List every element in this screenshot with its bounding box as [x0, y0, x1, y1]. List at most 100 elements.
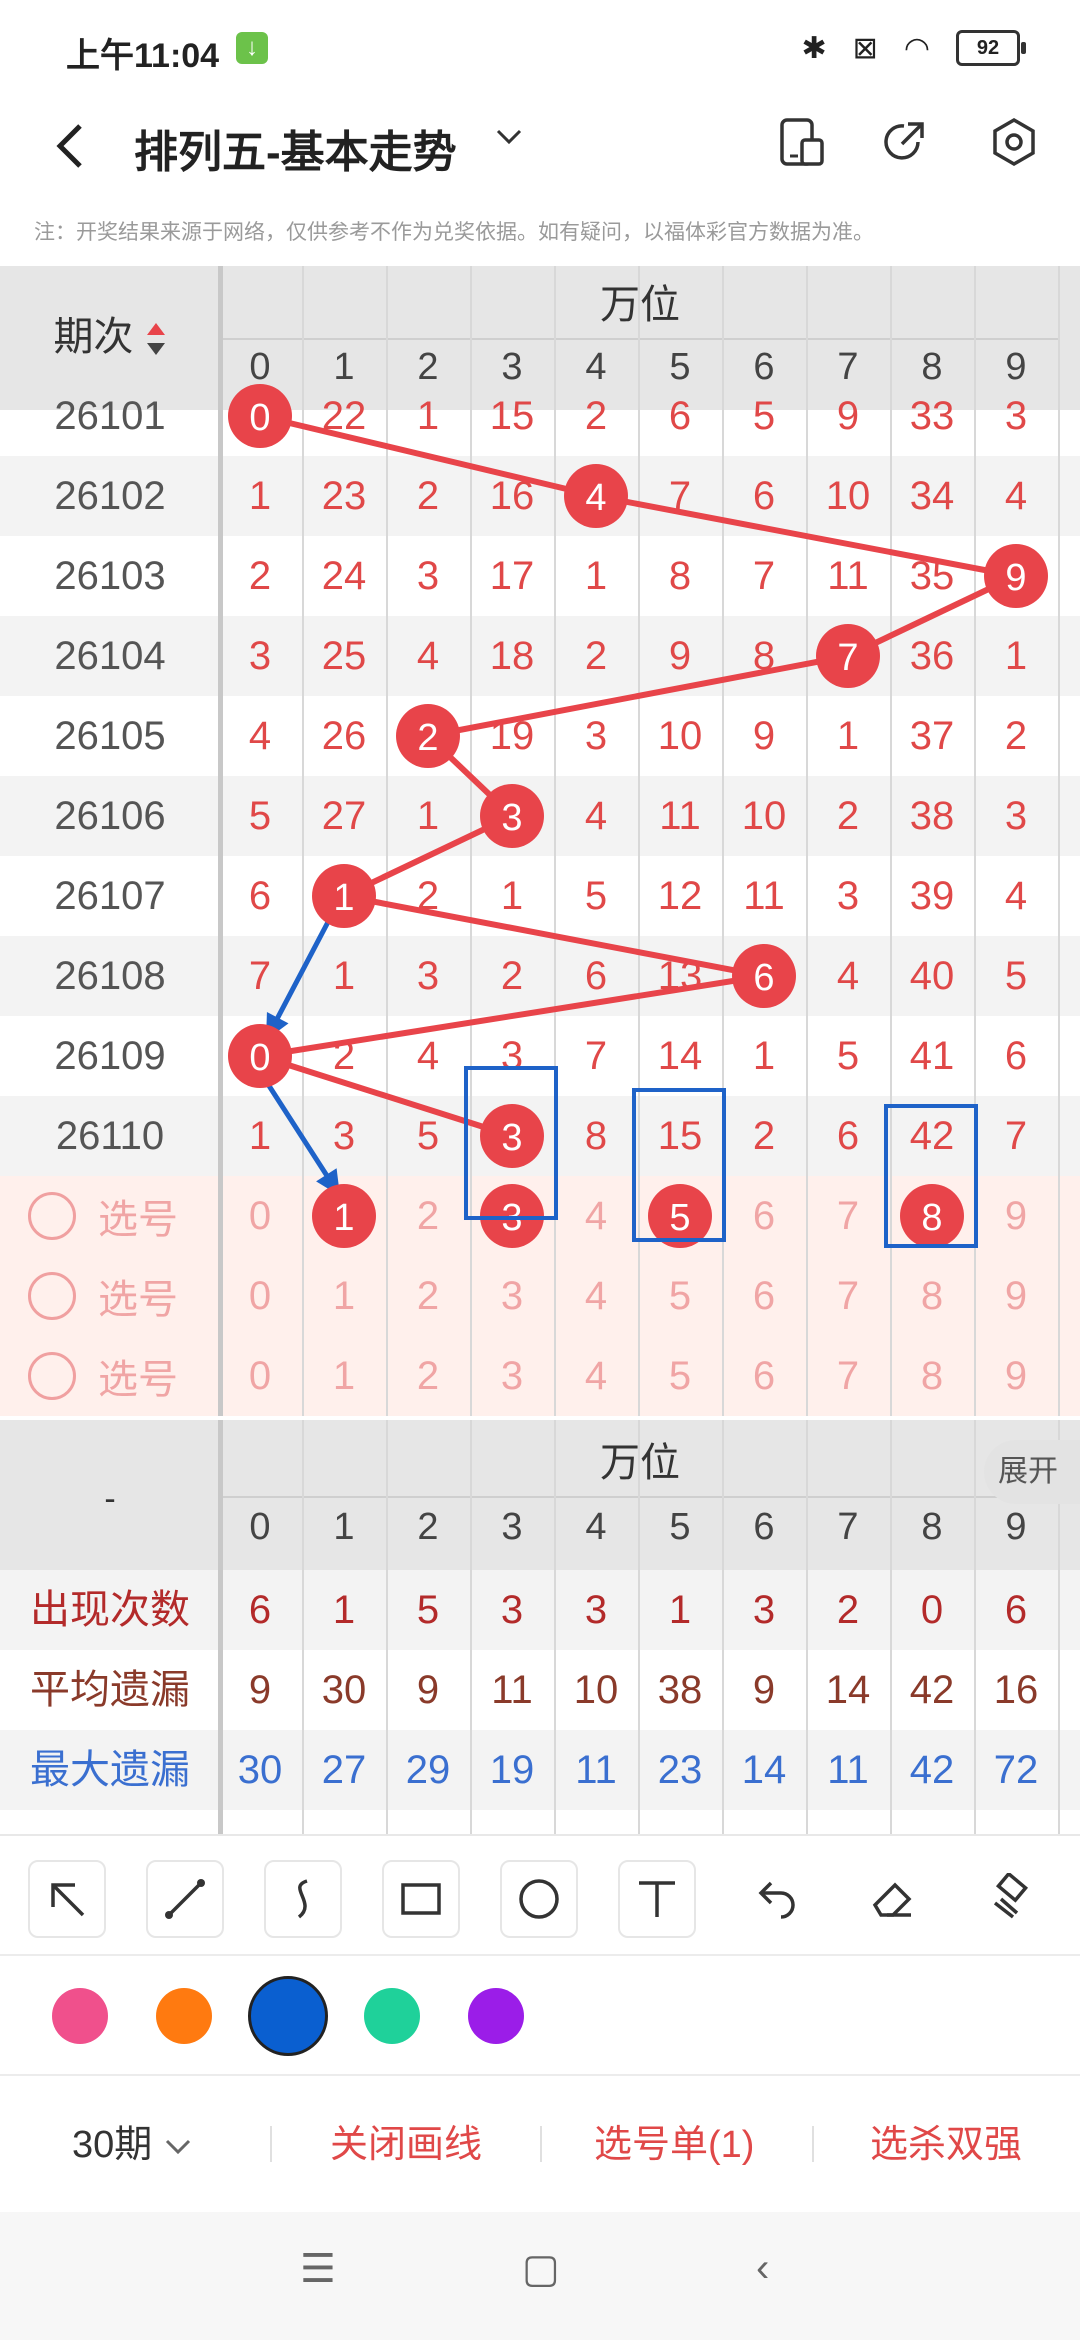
kill-double-button[interactable]: 选杀双强 [870, 2076, 1022, 2214]
disclaimer-text: 注：开奖结果来源于网络，仅供参考不作为兑奖依据。如有疑问，以福体彩官方数据为准。 [34, 221, 874, 244]
stats-value: 30 [321, 1668, 367, 1712]
grid-line [722, 1420, 724, 1834]
chevron-down-icon [165, 2139, 190, 2155]
stats-header-digit-6: 6 [753, 1506, 775, 1548]
picked-ball-number: 5 [669, 1197, 690, 1239]
app-header: 排列五-基本走势 [0, 96, 1080, 226]
battery-icon: 92 [956, 30, 1026, 66]
bluetooth-icon: ✱ [801, 31, 827, 65]
stats-value: 14 [741, 1748, 787, 1792]
grid-line [974, 1420, 976, 1834]
drawing-toolbar [0, 1834, 1080, 1956]
line-tool-icon [165, 1879, 205, 1919]
stats-row: 最大遗漏 30 27 29 19 11 23 14 11 42 72 [0, 1730, 1080, 1810]
stats-value: 3 [584, 1588, 608, 1632]
chevron-down-icon[interactable] [494, 122, 524, 160]
grid-line [302, 1420, 304, 1834]
stats-group-label: 万位 [600, 1441, 680, 1485]
rectangle-tool-button[interactable] [382, 1860, 460, 1938]
stats-value: 42 [909, 1668, 955, 1712]
curve-tool-icon [297, 1879, 308, 1919]
color-swatch[interactable] [364, 1988, 420, 2044]
stats-label: 出现次数 [30, 1588, 190, 1632]
stats-value: 27 [321, 1748, 367, 1792]
undo-button[interactable] [736, 1860, 814, 1938]
stats-row: 平均遗漏 9 30 9 11 10 38 9 14 42 16 [0, 1650, 1080, 1730]
trend-line [343, 893, 765, 979]
stats-value: 29 [405, 1748, 451, 1792]
stats-header-digit-0: 0 [249, 1506, 271, 1548]
stats-value: 19 [489, 1748, 535, 1792]
circle-tool-button[interactable] [500, 1860, 578, 1938]
color-swatch[interactable] [468, 1988, 524, 2044]
stats-table: - 万位 0123456789 出现次数 6 1 5 3 3 1 3 2 0 6 平均遗漏 9 30 9 11… [0, 1420, 1080, 1834]
stats-value: 1 [332, 1588, 356, 1632]
rectangle-tool-icon [401, 1883, 441, 1915]
stats-value: 5 [416, 1588, 440, 1632]
stats-value: 9 [752, 1668, 776, 1712]
arrow-tool-icon [51, 1883, 85, 1917]
drawing-layer[interactable]: 04972316031 3 5 8 [0, 266, 1080, 1416]
page-title[interactable]: 排列五-基本走势 [134, 116, 457, 180]
download-icon: ↓ [236, 32, 268, 64]
stats-header-digit-5: 5 [669, 1506, 691, 1548]
hit-ball-number: 6 [753, 957, 774, 999]
stats-value: 10 [573, 1668, 619, 1712]
stats-value: 14 [825, 1668, 871, 1712]
grid-line [386, 1420, 388, 1834]
hit-ball-number: 4 [585, 477, 606, 519]
status-bar: 上午11:04 ↓ ✱ ⊠ ◠ 92 [0, 0, 1080, 96]
text-tool-icon [639, 1881, 675, 1917]
stats-header-digit-9: 9 [1005, 1506, 1027, 1548]
arrow-tool-button[interactable] [28, 1860, 106, 1938]
layout-toggle-icon[interactable] [776, 116, 828, 168]
line-tool-button[interactable] [146, 1860, 224, 1938]
stats-value: 11 [827, 1748, 869, 1792]
stats-value: 11 [575, 1748, 617, 1792]
stats-value: 9 [248, 1668, 272, 1712]
home-nav-icon[interactable]: ▢ [522, 2246, 560, 2292]
grid-line [470, 1420, 472, 1834]
pick-list-button[interactable]: 选号单(1) [594, 2076, 754, 2214]
color-swatch[interactable] [156, 1988, 212, 2044]
grid-line [218, 1420, 223, 1834]
back-icon[interactable] [52, 116, 92, 176]
eraser-button[interactable] [854, 1860, 932, 1938]
stats-value: 0 [920, 1588, 944, 1632]
grid-line [554, 1420, 556, 1834]
trend-table: 期次 万位 0123456789 26101022115265933326102… [0, 266, 1080, 1416]
stats-value: 42 [909, 1748, 955, 1792]
stats-header-digit-4: 4 [585, 1506, 607, 1548]
stats-row: 出现次数 6 1 5 3 3 1 3 2 0 6 [0, 1570, 1080, 1650]
stats-header-digit-3: 3 [501, 1506, 523, 1548]
back-nav-icon[interactable]: ‹ [756, 2246, 769, 2291]
menu-nav-icon[interactable]: ☰ [300, 2246, 336, 2292]
color-swatch[interactable] [248, 1976, 328, 2056]
hit-ball-number: 1 [333, 877, 354, 919]
picked-ball-number: 1 [333, 1197, 354, 1239]
stats-value: 16 [993, 1668, 1039, 1712]
grid-line [806, 1420, 808, 1834]
close-draw-button[interactable]: 关闭画线 [330, 2076, 482, 2214]
stats-value: 23 [657, 1748, 703, 1792]
share-icon[interactable] [878, 116, 930, 168]
settings-icon[interactable] [988, 116, 1040, 168]
eraser-icon [872, 1882, 912, 1917]
expand-button[interactable]: 展开 [984, 1440, 1080, 1504]
stats-value: 1 [668, 1588, 692, 1632]
curve-tool-button[interactable] [264, 1860, 342, 1938]
system-nav-bar: ☰ ▢ ‹ [0, 2212, 1080, 2340]
period-select[interactable]: 30期 [72, 2076, 193, 2214]
stats-label: 最大遗漏 [30, 1748, 190, 1792]
grid-line [638, 1420, 640, 1834]
hit-ball-number: 2 [417, 717, 438, 759]
color-swatch[interactable] [52, 1988, 108, 2044]
clear-button[interactable] [972, 1860, 1050, 1938]
text-tool-button[interactable] [618, 1860, 696, 1938]
bottom-action-bar: 30期 关闭画线 选号单(1) 选杀双强 [0, 2074, 1080, 2214]
sim-icon: ⊠ [852, 31, 878, 65]
hit-ball-number: 3 [501, 797, 522, 839]
stats-value: 3 [752, 1588, 776, 1632]
stats-value: 2 [836, 1588, 860, 1632]
trend-line [259, 973, 765, 1059]
